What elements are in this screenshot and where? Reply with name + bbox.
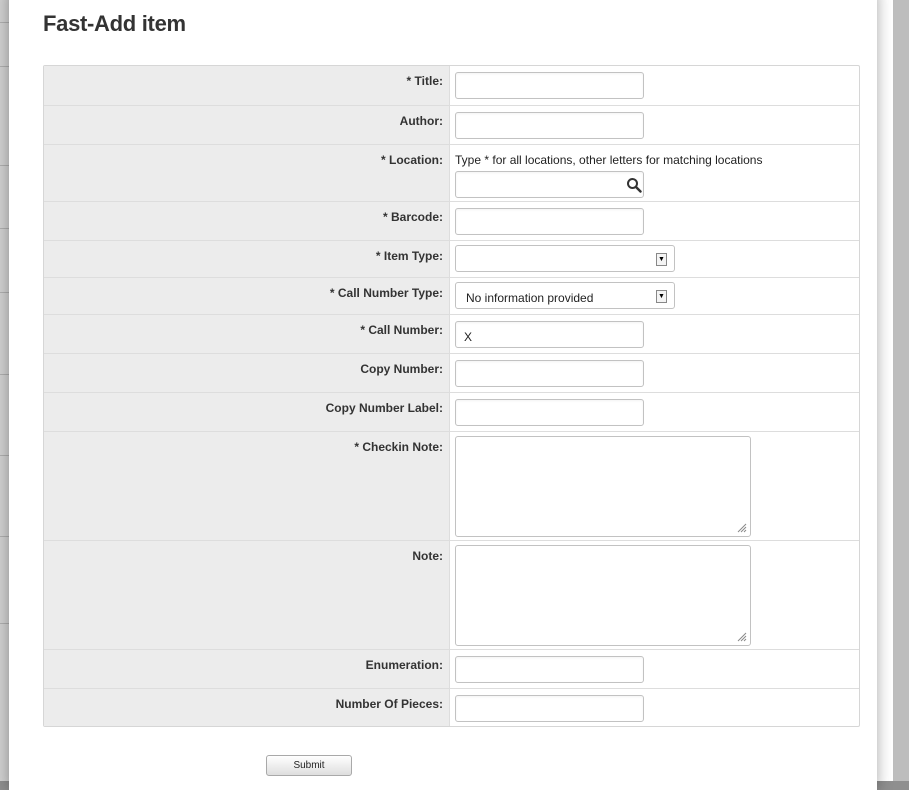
form-row-note: Note: [44, 540, 859, 649]
form-row-title: * Title: [44, 66, 859, 105]
form-row-number-of-pieces: Number Of Pieces: [44, 688, 859, 726]
background-scrollbar[interactable] [893, 0, 909, 781]
author-input[interactable] [455, 112, 644, 139]
note-textarea[interactable] [455, 545, 751, 646]
form-row-checkin-note: * Checkin Note: [44, 431, 859, 540]
copy-number-label-label: Copy Number Label: [44, 393, 450, 431]
form-row-location: * Location: Type * for all locations, ot… [44, 144, 859, 201]
call-number-type-selected: No information provided [466, 291, 594, 305]
copy-number-input[interactable] [455, 360, 644, 387]
item-type-select[interactable]: ▼ [455, 245, 675, 272]
location-search-field [455, 171, 644, 198]
location-label: * Location: [44, 145, 450, 201]
title-input[interactable] [455, 72, 644, 99]
number-of-pieces-input[interactable] [455, 695, 644, 722]
resize-grip-icon[interactable] [737, 632, 747, 642]
checkin-note-label: * Checkin Note: [44, 432, 450, 540]
dropdown-arrow-icon: ▼ [656, 253, 667, 266]
form-row-item-type: * Item Type: ▼ [44, 240, 859, 277]
note-label: Note: [44, 541, 450, 649]
call-number-type-select[interactable]: No information provided ▼ [455, 282, 675, 309]
form-row-barcode: * Barcode: [44, 201, 859, 240]
copy-number-label: Copy Number: [44, 354, 450, 392]
form-row-copy-number-label: Copy Number Label: [44, 392, 859, 431]
barcode-label: * Barcode: [44, 202, 450, 240]
dropdown-arrow-icon: ▼ [656, 290, 667, 303]
item-type-label: * Item Type: [44, 241, 450, 277]
form-row-call-number: * Call Number: [44, 314, 859, 353]
form-row-author: Author: [44, 105, 859, 144]
location-input[interactable] [455, 171, 644, 198]
search-icon[interactable] [626, 177, 642, 198]
call-number-type-label: * Call Number Type: [44, 278, 450, 314]
barcode-input[interactable] [455, 208, 644, 235]
form-row-enumeration: Enumeration: [44, 649, 859, 688]
copy-number-label-input[interactable] [455, 399, 644, 426]
resize-grip-icon[interactable] [737, 523, 747, 533]
location-hint: Type * for all locations, other letters … [455, 153, 763, 167]
modal-title: Fast-Add item [43, 11, 186, 36]
fast-add-form: * Title: Author: * Location: Type * for … [43, 65, 860, 727]
title-label: * Title: [44, 66, 450, 105]
submit-button[interactable]: Submit [266, 755, 352, 776]
call-number-label: * Call Number: [44, 315, 450, 353]
author-label: Author: [44, 106, 450, 144]
checkin-note-textarea[interactable] [455, 436, 751, 537]
modal-scroll-gutter [877, 0, 893, 781]
enumeration-input[interactable] [455, 656, 644, 683]
number-of-pieces-label: Number Of Pieces: [44, 689, 450, 726]
enumeration-label: Enumeration: [44, 650, 450, 688]
call-number-input[interactable] [455, 321, 644, 348]
form-row-copy-number: Copy Number: [44, 353, 859, 392]
form-row-call-number-type: * Call Number Type: No information provi… [44, 277, 859, 314]
